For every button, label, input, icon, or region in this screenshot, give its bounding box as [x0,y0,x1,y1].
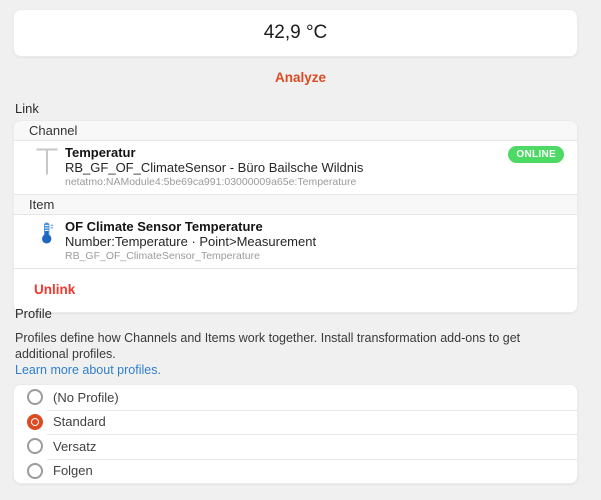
channel-letter-icon [29,145,65,189]
item-row: OF Climate Sensor Temperature Number:Tem… [14,215,577,269]
channel-uid: netatmo:NAModule4:5be69ca991:03000009a65… [65,176,357,188]
profile-options-list: (No Profile) Standard Versatz Folgen [13,384,578,484]
profile-description: Profiles define how Channels and Items w… [15,330,575,378]
item-group-header: Item [14,195,577,215]
radio-icon[interactable] [27,438,43,455]
radio-icon[interactable] [27,389,43,406]
analyze-button[interactable]: Analyze [275,70,326,85]
item-title: OF Climate Sensor Temperature [65,219,263,234]
analyze-row: Analyze [0,69,601,87]
thermometer-icon [29,219,65,263]
channel-state-card: 42,9 °C [13,9,578,57]
radio-icon[interactable] [27,462,43,479]
state-value: 42,9 °C [263,22,328,43]
channel-info: Temperatur RB_GF_OF_ClimateSensor - Büro… [65,145,562,189]
item-info: OF Climate Sensor Temperature Number:Tem… [65,219,562,263]
channel-subtitle: RB_GF_OF_ClimateSensor - Büro Bailsche W… [65,160,364,175]
profile-option-standard[interactable]: Standard [14,409,577,434]
channel-row: Temperatur RB_GF_OF_ClimateSensor - Büro… [14,141,577,195]
link-card: Channel Temperatur RB_GF_OF_ClimateSenso… [13,120,578,313]
radio-icon[interactable] [27,413,43,430]
profile-option-versatz[interactable]: Versatz [14,434,577,459]
profile-description-text: Profiles define how Channels and Items w… [15,331,521,361]
profile-section-title: Profile [15,306,52,321]
profile-option-no-profile[interactable]: (No Profile) [14,385,577,410]
item-type-semantics: Number:Temperature · Point>Measurement [65,234,317,249]
profile-option-label: Versatz [53,438,97,454]
profile-option-label: Standard [53,414,106,430]
profile-option-label: Folgen [53,463,93,479]
link-section-title: Link [15,101,39,116]
item-name: RB_GF_OF_ClimateSensor_Temperature [65,250,260,262]
profile-option-folgen[interactable]: Folgen [14,458,577,483]
online-status-badge: ONLINE [508,146,564,163]
profile-option-label: (No Profile) [53,389,119,405]
channel-title: Temperatur [65,145,136,160]
unlink-row: Unlink [14,269,577,312]
channel-group-header: Channel [14,121,577,141]
unlink-button[interactable]: Unlink [34,282,75,297]
learn-more-profiles-link[interactable]: Learn more about profiles. [15,362,575,378]
